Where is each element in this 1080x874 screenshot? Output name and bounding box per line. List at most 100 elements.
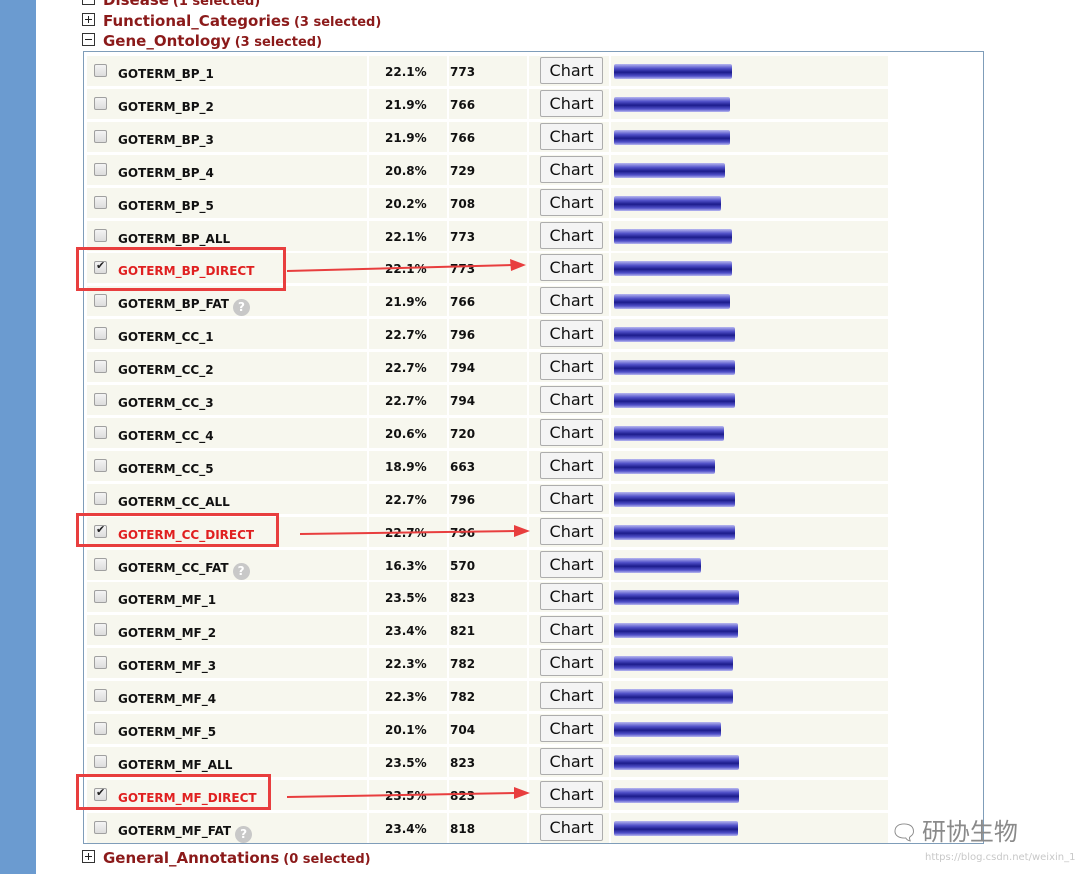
chart-button[interactable]: Chart [540, 485, 603, 512]
chart-button[interactable]: Chart [540, 781, 603, 808]
term-name: GOTERM_CC_FAT [118, 561, 229, 575]
term-percent: 23.5% [385, 591, 427, 605]
term-checkbox[interactable] [94, 294, 107, 307]
expand-icon[interactable] [82, 850, 95, 863]
term-checkbox[interactable] [94, 163, 107, 176]
chart-button[interactable]: Chart [540, 320, 603, 347]
section-general-count: (0 selected) [283, 852, 371, 867]
term-count: 570 [450, 559, 476, 573]
chart-button[interactable]: Chart [540, 551, 603, 578]
term-label: GOTERM_MF_2 [118, 626, 216, 640]
expand-icon[interactable] [82, 13, 95, 26]
help-icon[interactable]: ? [235, 826, 253, 843]
term-label: GOTERM_BP_ALL [118, 232, 230, 246]
collapse-icon[interactable] [82, 0, 95, 5]
chart-button[interactable]: Chart [540, 254, 603, 281]
collapse-icon[interactable] [82, 33, 95, 46]
term-checkbox[interactable] [94, 623, 107, 636]
term-name: GOTERM_CC_ALL [118, 495, 230, 509]
term-name: GOTERM_CC_5 [118, 462, 214, 476]
chart-button[interactable]: Chart [540, 419, 603, 446]
chart-button[interactable]: Chart [540, 452, 603, 479]
table-row: GOTERM_MF_FAT? 23.4% 818 Chart [84, 811, 983, 844]
term-checkbox[interactable] [94, 656, 107, 669]
chart-button[interactable]: Chart [540, 814, 603, 841]
section-disease[interactable]: Disease (1 selected) [82, 0, 260, 9]
table-row: GOTERM_CC_3 22.7% 794 Chart [84, 383, 983, 416]
term-name: GOTERM_CC_4 [118, 429, 214, 443]
chart-button[interactable]: Chart [540, 682, 603, 709]
term-count: 773 [450, 262, 476, 276]
term-checkbox[interactable] [94, 130, 107, 143]
term-count: 821 [450, 624, 476, 638]
term-checkbox[interactable] [94, 689, 107, 702]
term-name: GOTERM_BP_1 [118, 67, 214, 81]
term-label: GOTERM_BP_3 [118, 133, 214, 147]
term-percent: 22.3% [385, 657, 427, 671]
gene-ontology-table: GOTERM_BP_1 22.1% 773 Chart GOTERM_BP_2 21.9%… [83, 51, 984, 844]
chart-button[interactable]: Chart [540, 386, 603, 413]
table-row: GOTERM_BP_3 21.9% 766 Chart [84, 120, 983, 153]
chart-button[interactable]: Chart [540, 222, 603, 249]
chart-button[interactable]: Chart [540, 583, 603, 610]
chart-button[interactable]: Chart [540, 287, 603, 314]
term-percent: 20.1% [385, 723, 427, 737]
percent-bar [614, 821, 738, 836]
chart-button[interactable]: Chart [540, 90, 603, 117]
term-percent: 22.7% [385, 493, 427, 507]
term-checkbox[interactable] [94, 360, 107, 373]
term-percent: 23.5% [385, 756, 427, 770]
term-checkbox[interactable] [94, 459, 107, 472]
term-name: GOTERM_CC_2 [118, 363, 214, 377]
term-checkbox[interactable] [94, 64, 107, 77]
term-count: 782 [450, 690, 476, 704]
chart-button[interactable]: Chart [540, 748, 603, 775]
term-checkbox[interactable] [94, 492, 107, 505]
term-count: 794 [450, 394, 476, 408]
term-percent: 20.6% [385, 427, 427, 441]
chart-button[interactable]: Chart [540, 353, 603, 380]
term-percent: 22.1% [385, 65, 427, 79]
percent-bar [614, 492, 735, 507]
term-checkbox[interactable] [94, 821, 107, 834]
chart-button[interactable]: Chart [540, 616, 603, 643]
term-count: 663 [450, 460, 476, 474]
chart-button[interactable]: Chart [540, 518, 603, 545]
term-percent: 21.9% [385, 295, 427, 309]
help-icon[interactable]: ? [232, 299, 250, 316]
chart-button[interactable]: Chart [540, 156, 603, 183]
section-general-annotations[interactable]: General_Annotations (0 selected) [82, 849, 371, 867]
chart-button[interactable]: Chart [540, 123, 603, 150]
term-percent: 22.7% [385, 328, 427, 342]
section-functional-categories[interactable]: Functional_Categories (3 selected) [82, 12, 381, 30]
chart-button[interactable]: Chart [540, 57, 603, 84]
term-checkbox[interactable] [94, 196, 107, 209]
term-count: 766 [450, 98, 476, 112]
term-label: GOTERM_BP_FAT? [118, 297, 250, 316]
section-gene-ontology[interactable]: Gene_Ontology (3 selected) [82, 32, 322, 50]
term-name: GOTERM_BP_4 [118, 166, 214, 180]
term-checkbox[interactable] [94, 558, 107, 571]
chart-button[interactable]: Chart [540, 189, 603, 216]
term-count: 773 [450, 230, 476, 244]
term-checkbox[interactable] [94, 327, 107, 340]
percent-bar [614, 426, 724, 441]
term-name: GOTERM_CC_1 [118, 330, 214, 344]
term-checkbox[interactable] [94, 97, 107, 110]
term-checkbox[interactable] [94, 755, 107, 768]
term-count: 773 [450, 65, 476, 79]
percent-bar [614, 558, 701, 573]
percent-bar [614, 788, 739, 803]
chart-button[interactable]: Chart [540, 649, 603, 676]
term-count: 796 [450, 526, 476, 540]
term-count: 823 [450, 756, 476, 770]
help-icon[interactable]: ? [232, 563, 250, 580]
term-count: 823 [450, 591, 476, 605]
term-count: 796 [450, 493, 476, 507]
term-checkbox[interactable] [94, 590, 107, 603]
chart-button[interactable]: Chart [540, 715, 603, 742]
term-checkbox[interactable] [94, 426, 107, 439]
term-checkbox[interactable] [94, 229, 107, 242]
term-checkbox[interactable] [94, 722, 107, 735]
term-checkbox[interactable] [94, 393, 107, 406]
